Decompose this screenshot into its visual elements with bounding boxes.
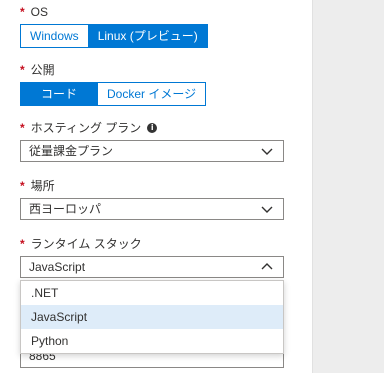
create-function-app-form: * OS Windows Linux (プレビュー) * 公開 コード Dock… <box>0 0 312 373</box>
os-segmented-control: Windows Linux (プレビュー) <box>20 24 208 48</box>
publish-option-code[interactable]: コード <box>21 83 98 105</box>
publish-option-docker[interactable]: Docker イメージ <box>97 83 206 105</box>
publish-label: * 公開 <box>20 62 55 78</box>
runtime-stack-label-text: ランタイム スタック <box>30 237 142 251</box>
side-panel <box>312 0 384 373</box>
runtime-stack-value: JavaScript <box>29 260 86 274</box>
location-label: * 場所 <box>20 178 55 194</box>
chevron-down-icon <box>261 206 273 213</box>
runtime-stack-label: * ランタイム スタック <box>20 236 142 252</box>
chevron-up-icon <box>261 263 273 270</box>
os-option-linux[interactable]: Linux (プレビュー) <box>87 25 207 47</box>
hosting-plan-value: 従量課金プラン <box>29 144 114 158</box>
required-marker: * <box>20 179 25 193</box>
hosting-plan-dropdown[interactable]: 従量課金プラン <box>20 140 284 162</box>
chevron-down-icon <box>261 148 273 155</box>
runtime-stack-menu: .NET JavaScript Python <box>20 280 284 354</box>
runtime-option-python[interactable]: Python <box>21 329 283 353</box>
hosting-plan-label: * ホスティング プラン i <box>20 120 158 136</box>
os-label-text: OS <box>30 5 49 19</box>
required-marker: * <box>20 237 25 251</box>
location-label-text: 場所 <box>30 179 55 193</box>
location-value: 西ヨーロッパ <box>29 202 102 216</box>
os-label: * OS <box>20 4 48 20</box>
required-marker: * <box>20 5 25 19</box>
location-dropdown[interactable]: 西ヨーロッパ <box>20 198 284 220</box>
publish-label-text: 公開 <box>30 63 55 77</box>
runtime-stack-dropdown[interactable]: JavaScript <box>20 256 284 278</box>
publish-segmented-control: コード Docker イメージ <box>20 82 207 106</box>
runtime-option-dotnet[interactable]: .NET <box>21 281 283 305</box>
info-icon[interactable]: i <box>147 123 158 133</box>
required-marker: * <box>20 63 25 77</box>
os-option-windows[interactable]: Windows <box>21 25 88 47</box>
runtime-option-javascript[interactable]: JavaScript <box>21 305 283 329</box>
hosting-plan-label-text: ホスティング プラン <box>30 121 142 135</box>
required-marker: * <box>20 121 25 135</box>
